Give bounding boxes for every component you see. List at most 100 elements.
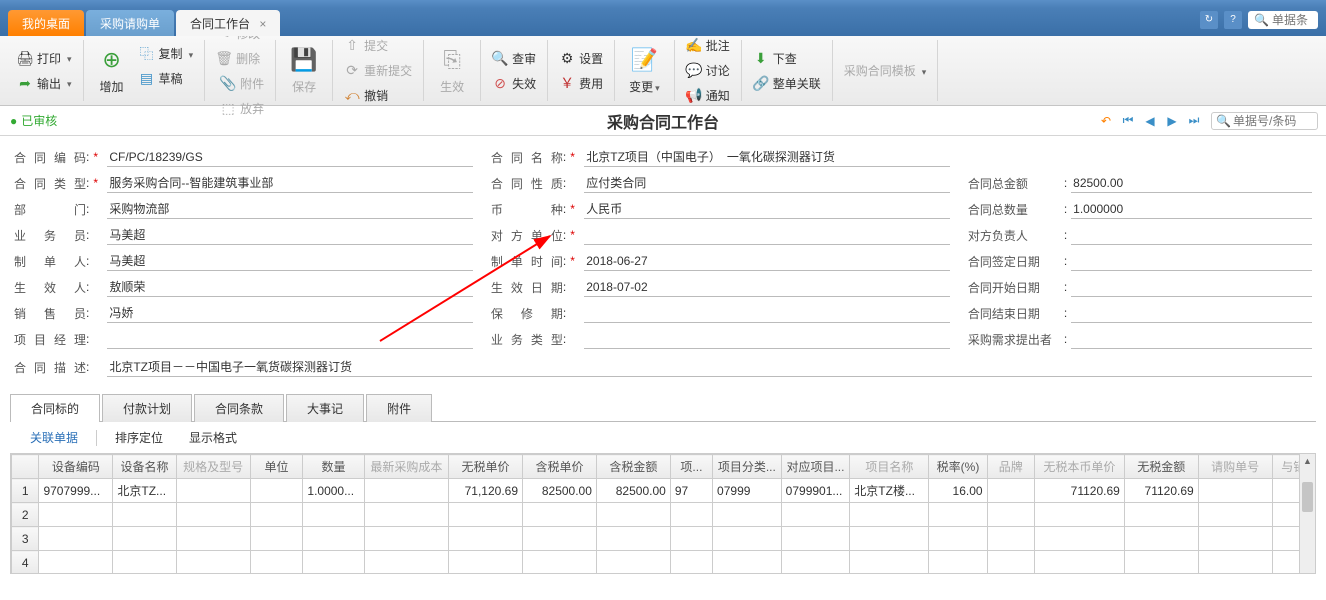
field-total[interactable]: 82500.00 [1071, 173, 1312, 193]
export-button[interactable]: ➦输出 [12, 72, 77, 95]
col-amt-notax[interactable]: 无税金额 [1124, 455, 1198, 479]
nav-undo-icon[interactable]: ↶ [1097, 112, 1115, 130]
gen-button[interactable]: ⎘生效 [430, 42, 474, 99]
col-proj[interactable]: 项... [670, 455, 712, 479]
template-button[interactable]: 采购合同模板 [839, 59, 932, 82]
col-qty[interactable]: 数量 [303, 455, 364, 479]
table-row[interactable]: 2 [12, 503, 1315, 527]
draft-button[interactable]: ▤草稿 [134, 67, 199, 90]
subtab-terms[interactable]: 合同条款 [194, 394, 284, 422]
col-amt-tax[interactable]: 含税金额 [596, 455, 670, 479]
nav-last-icon[interactable]: ⏭ [1185, 112, 1203, 130]
revoke-button[interactable]: ⤺撤销 [339, 84, 417, 107]
doc-search[interactable]: 🔍 [1211, 112, 1318, 130]
copy-button[interactable]: ⿻复制 [134, 42, 199, 65]
subtab-attach[interactable]: 附件 [366, 394, 432, 422]
field-nature[interactable]: 应付类合同 [584, 173, 950, 193]
label-eff: 生 效 人 [14, 279, 86, 296]
field-req[interactable] [1071, 329, 1312, 349]
subtab-payment[interactable]: 付款计划 [102, 394, 192, 422]
col-price-tax[interactable]: 含税单价 [523, 455, 597, 479]
tab-purchase-req[interactable]: 采购请购单 [86, 10, 174, 36]
notify-button[interactable]: 📢通知 [681, 84, 735, 107]
field-sales[interactable]: 冯娇 [107, 303, 473, 323]
field-desc[interactable]: 北京TZ项目－－中国电子一氧货碳探测器订货 [107, 357, 1312, 377]
nav-next-icon[interactable]: ▶ [1163, 112, 1181, 130]
fee-button[interactable]: ￥费用 [554, 72, 608, 95]
field-other[interactable] [584, 225, 950, 245]
link-button[interactable]: 🔗整单关联 [748, 72, 826, 95]
resubmit-button[interactable]: ⟳重新提交 [339, 59, 417, 82]
scroll-thumb[interactable] [1302, 482, 1313, 512]
setting-button[interactable]: ⚙设置 [554, 47, 608, 70]
tab-contract-workbench[interactable]: 合同工作台 × [176, 10, 280, 36]
subtab-items[interactable]: 合同标的 [10, 394, 100, 422]
col-req-no[interactable]: 请购单号 [1198, 455, 1272, 479]
field-code[interactable]: CF/PC/18239/GS [107, 147, 473, 167]
add-button[interactable]: ⊕增加 [90, 42, 134, 99]
data-grid[interactable]: 设备编码 设备名称 规格及型号 单位 数量 最新采购成本 无税单价 含税单价 含… [11, 454, 1315, 574]
col-cost[interactable]: 最新采购成本 [364, 455, 448, 479]
delete-button[interactable]: 🗑删除 [211, 47, 269, 70]
doc-search-input[interactable] [1233, 114, 1313, 128]
label-biz: 业 务 员 [14, 227, 86, 244]
field-start[interactable] [1071, 277, 1312, 297]
field-type[interactable]: 服务采购合同--智能建筑事业部 [107, 173, 473, 193]
submit-button[interactable]: ⇧提交 [339, 34, 417, 57]
field-name[interactable]: 北京TZ项目（中国电子） 一氧化碳探测器订货 [584, 147, 950, 167]
col-price-notax[interactable]: 无税单价 [449, 455, 523, 479]
table-row[interactable]: 19707999...北京TZ...1.0000...71,120.698250… [12, 479, 1315, 503]
grid-sort-button[interactable]: 排序定位 [107, 426, 171, 449]
field-sign[interactable] [1071, 251, 1312, 271]
field-qty[interactable]: 1.000000 [1071, 199, 1312, 219]
nav-prev-icon[interactable]: ◀ [1141, 112, 1159, 130]
grid-fmt-button[interactable]: 显示格式 [181, 426, 245, 449]
field-edate[interactable]: 2018-07-02 [584, 277, 950, 297]
tab-desktop[interactable]: 我的桌面 [8, 10, 84, 36]
col-unit[interactable]: 单位 [250, 455, 303, 479]
vertical-scrollbar[interactable]: ▲ [1299, 454, 1315, 573]
col-spec[interactable]: 规格及型号 [176, 455, 250, 479]
field-end[interactable] [1071, 303, 1312, 323]
field-maker[interactable]: 马美超 [107, 251, 473, 271]
global-search[interactable]: 🔍 [1248, 11, 1318, 29]
field-pm[interactable] [107, 329, 473, 349]
field-warranty[interactable] [584, 303, 950, 323]
col-proj-name[interactable]: 项目名称 [850, 455, 929, 479]
col-price-notax-local[interactable]: 无税本币单价 [1035, 455, 1125, 479]
col-proj-map[interactable]: 对应项目... [781, 455, 850, 479]
review-button[interactable]: 🔍查审 [487, 47, 541, 70]
table-row[interactable]: 4 [12, 551, 1315, 575]
field-dept[interactable]: 采购物流部 [107, 199, 473, 219]
field-mdate[interactable]: 2018-06-27 [584, 251, 950, 271]
col-tax-rate[interactable]: 税率(%) [929, 455, 987, 479]
void-button[interactable]: ⊘失效 [487, 72, 541, 95]
subtab-events[interactable]: 大事记 [286, 394, 364, 422]
save-button[interactable]: 💾保存 [282, 42, 326, 99]
change-button[interactable]: 📝变更 [621, 42, 668, 99]
col-proj-cat[interactable]: 项目分类... [713, 455, 782, 479]
down-button[interactable]: ⬇下查 [748, 47, 826, 70]
field-biz[interactable]: 马美超 [107, 225, 473, 245]
nav-first-icon[interactable]: ⏮ [1119, 112, 1137, 130]
help-icon[interactable]: ? [1224, 11, 1242, 29]
grid-rel-button[interactable]: 关联单据 [22, 426, 86, 449]
col-equip-name[interactable]: 设备名称 [113, 455, 176, 479]
global-search-input[interactable] [1272, 13, 1312, 27]
refresh-icon[interactable]: ↻ [1200, 11, 1218, 29]
field-resp[interactable] [1071, 225, 1312, 245]
attach-button[interactable]: 📎附件 [215, 72, 269, 95]
print-button[interactable]: 🖨打印 [12, 47, 77, 70]
scroll-up-icon[interactable]: ▲ [1300, 454, 1315, 468]
label-qty: 合同总数量 [968, 201, 1064, 218]
table-row[interactable]: 3 [12, 527, 1315, 551]
note-button[interactable]: ✍批注 [681, 34, 735, 57]
col-brand[interactable]: 品牌 [987, 455, 1035, 479]
field-btype[interactable] [584, 329, 950, 349]
field-eff[interactable]: 敖顺荣 [107, 277, 473, 297]
gear-icon: ⚙ [559, 50, 575, 66]
tab-close-icon[interactable]: × [259, 17, 266, 31]
col-equip-code[interactable]: 设备编码 [39, 455, 113, 479]
discuss-button[interactable]: 💬讨论 [681, 59, 735, 82]
field-curr[interactable]: 人民币 [584, 199, 950, 219]
